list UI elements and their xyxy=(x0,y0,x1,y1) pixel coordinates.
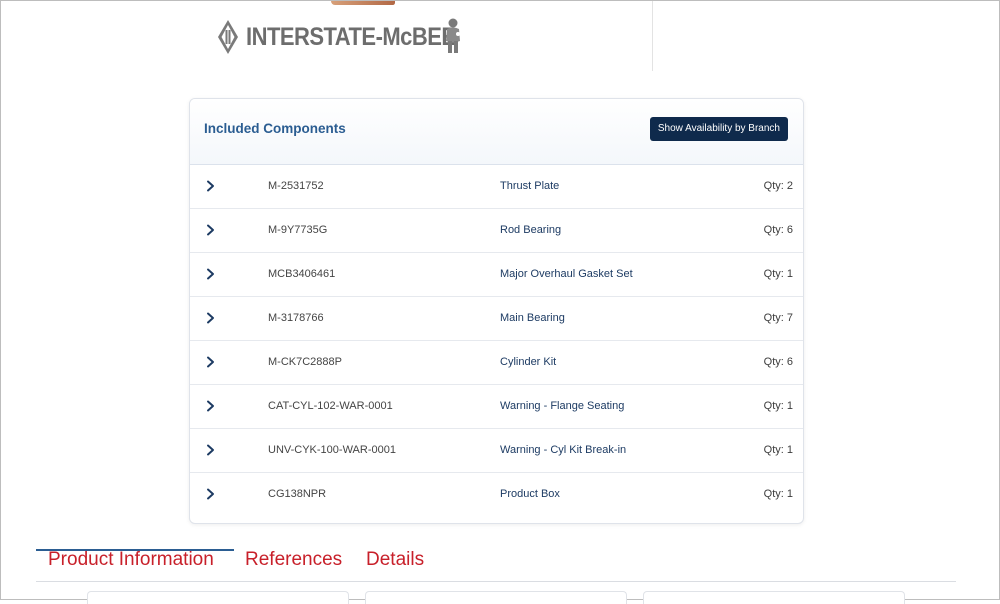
card-title: Included Components xyxy=(204,121,346,136)
brand-logo-text: INTERSTATE-McBEE xyxy=(246,22,456,51)
part-quantity: Qty: 1 xyxy=(763,268,793,280)
part-description: Thrust Plate xyxy=(500,180,560,192)
tab-product-information[interactable]: Product Information xyxy=(48,549,214,571)
part-description: Cylinder Kit xyxy=(500,356,557,368)
chevron-right-icon[interactable] xyxy=(206,180,215,192)
chevron-right-icon[interactable] xyxy=(206,444,215,456)
chevron-right-icon[interactable] xyxy=(206,268,215,280)
chevron-right-icon[interactable] xyxy=(206,356,215,368)
part-number: UNV-CYK-100-WAR-0001 xyxy=(268,444,396,456)
components-list: M-2531752 Thrust Plate Qty: 2 M-9Y7735G Rod … xyxy=(190,165,803,516)
tab-references[interactable]: References xyxy=(245,549,342,571)
part-description: Major Overhaul Gasket Set xyxy=(500,268,633,280)
show-availability-button[interactable]: Show Availability by Branch xyxy=(649,117,788,141)
part-description: Main Bearing xyxy=(500,312,565,324)
part-number: MCB3406461 xyxy=(268,268,336,280)
diamond-logo-icon xyxy=(218,20,238,54)
panel-edge xyxy=(87,591,349,604)
part-number: M-2531752 xyxy=(268,180,324,192)
part-quantity: Qty: 1 xyxy=(763,488,793,500)
component-row[interactable]: M-9Y7735G Rod Bearing Qty: 6 xyxy=(190,209,803,253)
panel-edge xyxy=(365,591,627,604)
part-quantity: Qty: 2 xyxy=(763,180,793,192)
brand-logo: INTERSTATE-McBEE xyxy=(217,17,461,57)
chevron-right-icon[interactable] xyxy=(206,400,215,412)
part-number: CG138NPR xyxy=(268,488,327,500)
chevron-right-icon[interactable] xyxy=(206,312,215,324)
component-row[interactable]: M-CK7C2888P Cylinder Kit Qty: 6 xyxy=(190,341,803,385)
part-quantity: Qty: 1 xyxy=(763,400,793,412)
tab-details[interactable]: Details xyxy=(366,549,424,571)
component-row[interactable]: M-3178766 Main Bearing Qty: 7 xyxy=(190,297,803,341)
chevron-right-icon[interactable] xyxy=(206,224,215,236)
part-description: Rod Bearing xyxy=(500,224,562,236)
part-description: Warning - Flange Seating xyxy=(500,400,625,412)
component-row[interactable]: M-2531752 Thrust Plate Qty: 2 xyxy=(190,165,803,209)
panel-edge xyxy=(643,591,905,604)
product-tabs: Product Information References Details xyxy=(36,545,956,582)
part-description: Warning - Cyl Kit Break-in xyxy=(500,444,627,456)
product-image xyxy=(331,1,395,5)
part-quantity: Qty: 6 xyxy=(763,356,793,368)
part-description: Product Box xyxy=(500,488,560,500)
part-number: M-CK7C2888P xyxy=(268,356,342,368)
component-row[interactable]: MCB3406461 Major Overhaul Gasket Set Qty: … xyxy=(190,253,803,297)
component-row[interactable]: CG138NPR Product Box Qty: 1 xyxy=(190,473,803,516)
part-number: CAT-CYL-102-WAR-0001 xyxy=(268,400,393,412)
component-row[interactable]: UNV-CYK-100-WAR-0001 Warning - Cyl Kit Br… xyxy=(190,429,803,473)
component-row[interactable]: CAT-CYL-102-WAR-0001 Warning - Flange Sea… xyxy=(190,385,803,429)
active-tab-indicator xyxy=(36,549,234,551)
mascot-icon xyxy=(446,18,460,53)
part-number: M-3178766 xyxy=(268,312,324,324)
header-divider xyxy=(652,1,653,71)
card-header: Included Components Show Availability by… xyxy=(190,99,803,165)
included-components-card: Included Components Show Availability by… xyxy=(189,98,804,524)
part-quantity: Qty: 1 xyxy=(763,444,793,456)
chevron-right-icon[interactable] xyxy=(206,488,215,500)
part-quantity: Qty: 7 xyxy=(763,312,793,324)
part-number: M-9Y7735G xyxy=(268,224,328,236)
part-quantity: Qty: 6 xyxy=(763,224,793,236)
